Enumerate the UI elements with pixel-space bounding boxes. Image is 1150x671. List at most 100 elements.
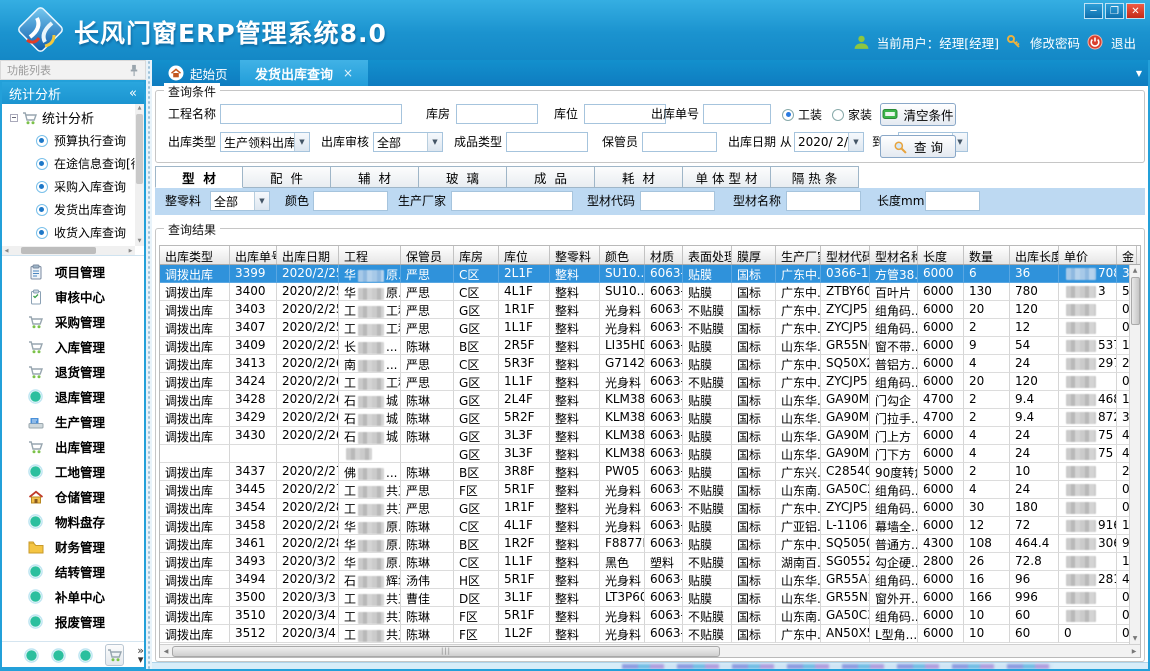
sidebar-item-报废管理[interactable]: 报废管理 (2, 609, 144, 634)
column-header-color[interactable]: 颜色 (600, 246, 645, 264)
close-button[interactable]: ✕ (1126, 3, 1145, 19)
date-from-select[interactable]: 2020/ 2/16▼ (794, 132, 864, 152)
sidebar-item-财务管理[interactable]: 财务管理 (2, 534, 144, 559)
tree-item[interactable]: 预算执行查询 (2, 129, 144, 152)
whole-piece-select[interactable]: 全部▼ (210, 191, 270, 211)
column-header-keeper[interactable]: 保管员 (401, 246, 454, 264)
table-row[interactable]: 调拨出库35002020/3/3工共工程曹佳D区3L1F整料LT3P606063… (160, 589, 1140, 607)
clear-conditions-button[interactable]: 清空条件 (880, 103, 956, 126)
profile-code-input[interactable] (640, 191, 715, 211)
column-header-maker[interactable]: 生产厂家 (776, 246, 821, 264)
tree-item[interactable]: 收货入库查询 (2, 221, 144, 244)
table-row[interactable]: 调拨出库34612020/2/28华原...陈琳B区1R2F整料F8877FT6… (160, 535, 1140, 553)
tree-item[interactable]: 采购入库查询 (2, 175, 144, 198)
sidebar-item-生产管理[interactable]: 生产管理 (2, 409, 144, 434)
table-row[interactable]: 调拨出库35122020/3/4工共工程陈琳F区1L2F整料光身料6063-T5… (160, 625, 1140, 643)
material-tab[interactable]: 隔 热 条 (771, 166, 859, 188)
scroll-thumb[interactable] (1131, 277, 1140, 325)
maximize-button[interactable]: ❐ (1105, 3, 1124, 19)
table-row[interactable]: G区3L3F整料KLM38176063-T5贴膜国标山东华...GA90M09.… (160, 445, 1140, 463)
tree-vertical-scrollbar[interactable]: ▲ ▼ (135, 104, 144, 246)
table-row[interactable]: 调拨出库34372020/2/27佛...陈琳B区3R8F整料PW056063-… (160, 463, 1140, 481)
material-tab[interactable]: 辅 材 (331, 166, 419, 188)
table-row[interactable]: 调拨出库35102020/3/4工共工程陈琳F区5R1F整料光身料6063-T5… (160, 607, 1140, 625)
scroll-left-icon[interactable]: ◀ (2, 248, 11, 254)
length-input[interactable] (925, 191, 980, 211)
sidebar-item-出库管理[interactable]: 出库管理 (2, 434, 144, 459)
sidebar-item-项目管理[interactable]: 项目管理 (2, 259, 144, 284)
product-type-input[interactable] (506, 132, 588, 152)
sidebar-item-补单中心[interactable]: 补单中心 (2, 584, 144, 609)
tree-horizontal-scrollbar[interactable]: ◀ ▶ (2, 246, 135, 255)
scroll-down-icon[interactable]: ▼ (138, 237, 142, 246)
column-header-outlen[interactable]: 出库长度 (1010, 246, 1059, 264)
scroll-thumb[interactable]: ||| (172, 646, 720, 657)
collapsed-module-icon[interactable] (24, 648, 38, 662)
radio-gongzhuang[interactable]: 工装 (782, 106, 822, 123)
sidebar-item-退库管理[interactable]: 退库管理 (2, 384, 144, 409)
column-header-type[interactable]: 出库类型 (160, 246, 230, 264)
change-password-link[interactable]: 修改密码 (1030, 33, 1080, 52)
pin-icon[interactable] (129, 64, 139, 77)
sidebar-item-采购管理[interactable]: 采购管理 (2, 309, 144, 334)
table-row[interactable]: 调拨出库34452020/2/27工共工程严思F区5R1F整料光身料6063-T… (160, 481, 1140, 499)
table-row[interactable]: 调拨出库34032020/2/25工工程严思G区1R1F整料光身料6063-T5… (160, 301, 1140, 319)
sidebar-group-header[interactable]: 统计分析 « (2, 82, 144, 104)
table-row[interactable]: 调拨出库34582020/2/28华原...陈琳C区4L1F整料光身料6063-… (160, 517, 1140, 535)
tree-item[interactable]: 发货出库查询 (2, 198, 144, 221)
column-header-qty[interactable]: 数量 (964, 246, 1010, 264)
column-header-no[interactable]: 出库单号 (230, 246, 277, 264)
sidebar-item-入库管理[interactable]: 入库管理 (2, 334, 144, 359)
table-row[interactable]: 调拨出库34942020/3/2石辉城汤伟H区5R1F整料光身料6063-T5贴… (160, 571, 1140, 589)
sidebar-item-审核中心[interactable]: 审核中心 (2, 284, 144, 309)
sidebar-item-退货管理[interactable]: 退货管理 (2, 359, 144, 384)
scroll-thumb[interactable] (21, 247, 96, 254)
column-header-loc[interactable]: 库位 (499, 246, 550, 264)
scroll-thumb[interactable] (136, 114, 143, 184)
order-no-input[interactable] (703, 104, 771, 124)
tree-expander-icon[interactable] (10, 114, 18, 122)
material-tab[interactable]: 成 品 (507, 166, 595, 188)
warehouse-input[interactable] (456, 104, 538, 124)
table-row[interactable]: 调拨出库34282020/2/26石城陈琳G区2L4F整料KLM38176063… (160, 391, 1140, 409)
table-row[interactable]: 调拨出库33992020/2/25华原...严思C区2L1F整料SU10...6… (160, 265, 1140, 283)
sidebar-item-结转管理[interactable]: 结转管理 (2, 559, 144, 584)
column-header-proj[interactable]: 工程 (339, 246, 401, 264)
keeper-input[interactable] (642, 132, 717, 152)
tab-close-icon[interactable]: × (343, 66, 353, 80)
table-row[interactable]: 调拨出库34302020/2/26石城陈琳G区3L3F整料KLM38176063… (160, 427, 1140, 445)
column-header-mat[interactable]: 材质 (645, 246, 683, 264)
more-modules-button[interactable]: »▾ (137, 646, 144, 664)
scroll-down-icon[interactable]: ▼ (1133, 633, 1138, 644)
table-row[interactable]: 调拨出库34932020/3/2华原...陈琳C区1L1F整料黑色塑料不贴膜国标… (160, 553, 1140, 571)
scroll-up-icon[interactable]: ▲ (138, 104, 142, 113)
minimize-button[interactable]: ─ (1084, 3, 1103, 19)
tree-item[interactable]: 在途信息查询[待 (2, 152, 144, 175)
collapsed-module-icon[interactable] (78, 648, 92, 662)
profile-name-input[interactable] (786, 191, 861, 211)
radio-jiazhuang[interactable]: 家装 (832, 106, 872, 123)
audit-select[interactable]: 全部▼ (373, 132, 443, 152)
material-tab[interactable]: 配 件 (243, 166, 331, 188)
table-row[interactable]: 调拨出库34292020/2/26石城陈琳G区5R2F整料KLM38176063… (160, 409, 1140, 427)
logout-link[interactable]: 退出 (1111, 33, 1136, 52)
tab-shipping-outbound-query[interactable]: 发货出库查询 × (240, 60, 368, 86)
column-header-len[interactable]: 长度 (918, 246, 964, 264)
scroll-right-icon[interactable]: ▶ (126, 248, 135, 254)
table-row[interactable]: 调拨出库34002020/2/25华原...严思C区4L1F整料SU10...6… (160, 283, 1140, 301)
scroll-left-icon[interactable]: ◀ (160, 648, 172, 655)
column-header-whole[interactable]: 整零料 (550, 246, 600, 264)
collapsed-module-icon[interactable] (51, 648, 65, 662)
out-type-select[interactable]: 生产领料出库▼ (220, 132, 310, 152)
grid-horizontal-scrollbar[interactable]: ◀ ||| ▶ (160, 644, 1140, 657)
material-tab[interactable]: 单 体 型 材 (683, 166, 771, 188)
column-header-wh[interactable]: 库房 (454, 246, 499, 264)
material-tab[interactable]: 耗 材 (595, 166, 683, 188)
project-name-input[interactable] (220, 104, 402, 124)
table-row[interactable]: 调拨出库34542020/2/28工共工程严思G区1R1F整料光身料6063-T… (160, 499, 1140, 517)
color-input[interactable] (313, 191, 388, 211)
column-header-price[interactable]: 单价 (1059, 246, 1117, 264)
column-header-surf[interactable]: 表面处理 (683, 246, 732, 264)
tab-overflow-icon[interactable]: ▼ (1136, 69, 1142, 78)
sidebar-item-工地管理[interactable]: 工地管理 (2, 459, 144, 484)
